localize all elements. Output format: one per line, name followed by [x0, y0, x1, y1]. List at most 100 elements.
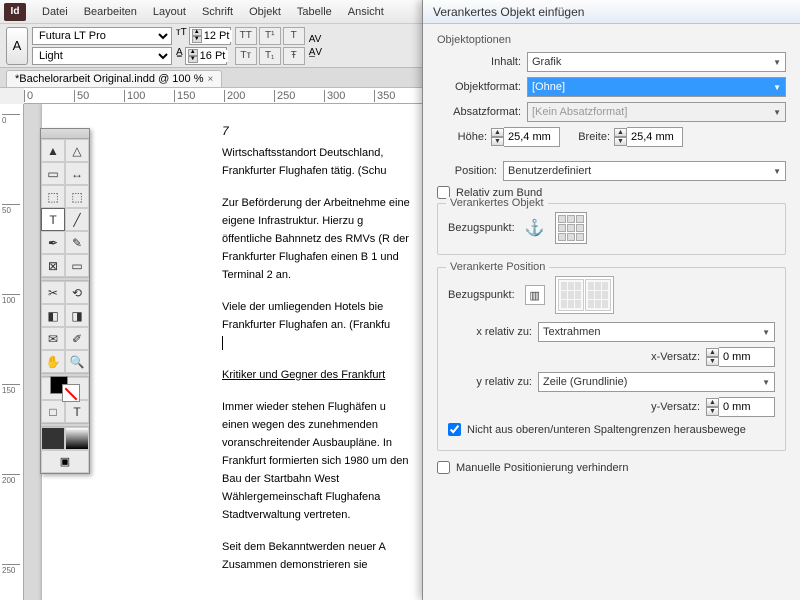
xversatz-field[interactable]: ▲▼: [706, 347, 775, 367]
body-p5: Seit dem Bekanntwerden neuer A Zusammen …: [222, 538, 410, 574]
menu-objekt[interactable]: Objekt: [241, 6, 289, 18]
content-placer-tool[interactable]: ⬚: [65, 185, 89, 208]
palette-grip[interactable]: [41, 129, 89, 139]
hoehe-field[interactable]: ▲▼: [491, 127, 560, 147]
leading-field[interactable]: ▲▼: [185, 47, 227, 65]
type-tool[interactable]: T: [41, 208, 65, 231]
underline-button[interactable]: T: [283, 27, 305, 45]
menu-ansicht[interactable]: Ansicht: [340, 6, 392, 18]
yrel-select[interactable]: Zeile (Grundlinie)▼: [538, 372, 775, 392]
strike-button[interactable]: Ŧ: [283, 47, 305, 65]
selection-tool[interactable]: ▲: [41, 139, 65, 162]
vertical-ruler: 0 50 100 150 200 250: [0, 104, 24, 600]
inhalt-label: Inhalt:: [437, 56, 521, 68]
font-size-field[interactable]: ▲▼: [189, 27, 231, 45]
body-p4: Immer wieder stehen Flughäfen u einen we…: [222, 398, 410, 524]
xrel-label: x relativ zu:: [448, 326, 532, 338]
body-heading: Kritiker und Gegner des Frankfurt: [222, 366, 410, 384]
yversatz-field[interactable]: ▲▼: [706, 397, 775, 417]
zoom-tool[interactable]: 🔍: [65, 350, 89, 373]
page-number: 7: [222, 124, 229, 138]
yrel-label: y relativ zu:: [448, 376, 532, 388]
app-logo: Id: [4, 3, 26, 21]
page[interactable]: 7 Wirtschaftsstandort Deutschland, Frank…: [42, 104, 422, 600]
font-size-icon: тT: [176, 27, 187, 45]
apply-gradient-button[interactable]: [65, 427, 89, 450]
view-mode-button[interactable]: ▣: [41, 450, 89, 473]
anchor-icon: ⚓: [525, 218, 545, 238]
document-tab[interactable]: *Bachelorarbeit Original.indd @ 100 % ×: [6, 70, 222, 87]
manpos-checkbox[interactable]: [437, 461, 450, 474]
column-ref-icon[interactable]: ▥: [525, 285, 545, 305]
menu-layout[interactable]: Layout: [145, 6, 194, 18]
apply-color-button[interactable]: [41, 427, 65, 450]
direct-select-tool[interactable]: △: [65, 139, 89, 162]
note-tool[interactable]: ✉: [41, 327, 65, 350]
line-tool[interactable]: ╱: [65, 208, 89, 231]
breite-label: Breite:: [564, 131, 610, 143]
allcaps-button[interactable]: TT: [235, 27, 257, 45]
gradient-feather-tool[interactable]: ◨: [65, 304, 89, 327]
tab-label: *Bachelorarbeit Original.indd @ 100 %: [15, 73, 204, 85]
char-para-toggle[interactable]: A: [6, 27, 28, 65]
page-tool[interactable]: ▭: [41, 162, 65, 185]
smallcaps-button[interactable]: Tт: [235, 47, 257, 65]
body-p2: Zur Beförderung der Arbeitnehme eine eig…: [222, 194, 410, 284]
tracking-icon: A̲V: [309, 47, 322, 58]
page-reference-picker[interactable]: [555, 276, 614, 314]
xversatz-label: x-Versatz:: [651, 351, 700, 363]
verankerte-position-group: Verankerte Position Bezugspunkt: ▥ x rel…: [437, 267, 786, 451]
gap-tool[interactable]: ↔: [65, 162, 89, 185]
menu-datei[interactable]: Datei: [34, 6, 76, 18]
text-cursor: [222, 336, 223, 350]
tools-palette[interactable]: ▲ △ ▭ ↔ ⬚ ⬚ T ╱ ✒ ✎ ⊠ ▭ ✂ ⟲ ◧ ◨ ✉ ✐ ✋ 🔍 …: [40, 128, 90, 474]
objformat-select[interactable]: [Ohne]▼: [527, 77, 786, 97]
tab-close-icon[interactable]: ×: [208, 74, 214, 85]
absformat-select[interactable]: [Kein Absatzformat]▼: [527, 102, 786, 122]
rect-tool[interactable]: ▭: [65, 254, 89, 277]
text-frame[interactable]: Wirtschaftsstandort Deutschland, Frankfu…: [222, 144, 410, 588]
dialog-titlebar[interactable]: Verankertes Objekt einfügen: [423, 0, 800, 24]
bezugspunkt2-label: Bezugspunkt:: [448, 289, 515, 301]
kerning-icon: AV: [309, 34, 322, 45]
transform-tool[interactable]: ⟲: [65, 281, 89, 304]
nospalt-checkbox[interactable]: [448, 423, 461, 436]
font-weight-select[interactable]: Light: [32, 47, 172, 65]
menu-tabelle[interactable]: Tabelle: [289, 6, 340, 18]
yversatz-label: y-Versatz:: [651, 401, 700, 413]
format-text-button[interactable]: T: [65, 400, 89, 423]
subscript-button[interactable]: T₁: [259, 47, 281, 65]
fill-stroke-swatch[interactable]: [41, 377, 89, 400]
body-p1: Wirtschaftsstandort Deutschland, Frankfu…: [222, 144, 410, 180]
nospalt-label: Nicht aus oberen/unteren Spaltengrenzen …: [467, 424, 746, 436]
manpos-label: Manuelle Positionierung verhindern: [456, 462, 628, 474]
position-label: Position:: [437, 165, 497, 177]
breite-field[interactable]: ▲▼: [614, 127, 683, 147]
scissors-tool[interactable]: ✂: [41, 281, 65, 304]
inhalt-select[interactable]: Grafik▼: [527, 52, 786, 72]
anchored-object-dialog: Verankertes Objekt einfügen Objektoption…: [422, 0, 800, 600]
rect-frame-tool[interactable]: ⊠: [41, 254, 65, 277]
bezugspunkt-label: Bezugspunkt:: [448, 222, 515, 234]
menu-schrift[interactable]: Schrift: [194, 6, 241, 18]
leading-icon: A͇: [176, 47, 183, 65]
pen-tool[interactable]: ✒: [41, 231, 65, 254]
menu-bearbeiten[interactable]: Bearbeiten: [76, 6, 145, 18]
objopts-header: Objektoptionen: [437, 34, 786, 46]
eyedropper-tool[interactable]: ✐: [65, 327, 89, 350]
content-collector-tool[interactable]: ⬚: [41, 185, 65, 208]
format-container-button[interactable]: □: [41, 400, 65, 423]
absformat-label: Absatzformat:: [437, 106, 521, 118]
position-select[interactable]: Benutzerdefiniert▼: [503, 161, 786, 181]
verankertes-objekt-group: Verankertes Objekt Bezugspunkt: ⚓: [437, 203, 786, 255]
reference-point-picker[interactable]: [555, 212, 587, 244]
font-family-select[interactable]: Futura LT Pro: [32, 27, 172, 45]
objformat-label: Objektformat:: [437, 81, 521, 93]
body-p3: Viele der umliegenden Hotels bie Frankfu…: [222, 298, 410, 352]
gradient-swatch-tool[interactable]: ◧: [41, 304, 65, 327]
xrel-select[interactable]: Textrahmen▼: [538, 322, 775, 342]
hand-tool[interactable]: ✋: [41, 350, 65, 373]
hoehe-label: Höhe:: [437, 131, 487, 143]
superscript-button[interactable]: T¹: [259, 27, 281, 45]
pencil-tool[interactable]: ✎: [65, 231, 89, 254]
